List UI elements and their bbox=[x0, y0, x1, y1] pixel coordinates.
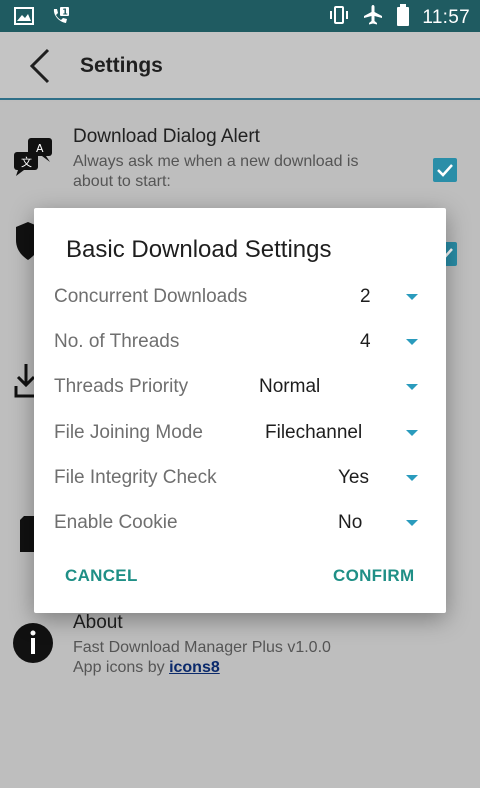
status-bar: 1 11:57 bbox=[0, 0, 480, 32]
row-label: File Integrity Check bbox=[54, 467, 217, 488]
status-right: 11:57 bbox=[328, 4, 470, 31]
row-value[interactable]: Normal bbox=[259, 376, 320, 398]
battery-icon bbox=[396, 4, 410, 31]
row-label: Enable Cookie bbox=[54, 512, 178, 533]
about-icons-credit: App icons by icons8 bbox=[73, 658, 393, 678]
row-value[interactable]: Filechannel bbox=[265, 422, 362, 444]
status-left: 1 bbox=[14, 6, 70, 31]
row-label: Threads Priority bbox=[54, 376, 189, 397]
row-concurrent-downloads[interactable]: Concurrent Downloads 2 bbox=[54, 282, 434, 312]
basic-download-settings-dialog: Basic Download Settings Concurrent Downl… bbox=[34, 208, 446, 613]
row-label: Concurrent Downloads bbox=[54, 286, 248, 307]
row-threads-priority[interactable]: Threads Priority Normal bbox=[54, 372, 434, 402]
info-icon bbox=[12, 622, 54, 669]
dialog-actions: CANCEL CONFIRM bbox=[34, 564, 446, 594]
row-enable-cookie[interactable]: Enable Cookie No bbox=[54, 508, 434, 538]
image-icon bbox=[14, 7, 34, 30]
svg-text:文: 文 bbox=[21, 155, 32, 169]
dropdown-caret-icon[interactable] bbox=[406, 339, 418, 345]
dropdown-caret-icon[interactable] bbox=[406, 475, 418, 481]
row-value[interactable]: Yes bbox=[338, 467, 369, 489]
status-time: 11:57 bbox=[422, 6, 470, 28]
setting-subtitle: Always ask me when a new download is abo… bbox=[73, 153, 359, 190]
download-dialog-alert-checkbox[interactable] bbox=[433, 158, 457, 182]
row-label: No. of Threads bbox=[54, 331, 180, 352]
chat-bubbles-icon: A文 bbox=[12, 138, 56, 183]
row-file-integrity-check[interactable]: File Integrity Check Yes bbox=[54, 463, 434, 493]
chevron-left-icon[interactable] bbox=[24, 46, 60, 86]
setting-download-dialog-alert[interactable]: A文 Download Dialog Alert Always ask me w… bbox=[0, 122, 480, 202]
airplane-icon bbox=[362, 4, 384, 31]
dialog-title: Basic Download Settings bbox=[66, 236, 332, 263]
row-value[interactable]: 2 bbox=[360, 286, 371, 308]
svg-text:1: 1 bbox=[62, 8, 68, 17]
dropdown-caret-icon[interactable] bbox=[406, 520, 418, 526]
row-threads[interactable]: No. of Threads 4 bbox=[54, 327, 434, 357]
row-file-joining-mode[interactable]: File Joining Mode Filechannel bbox=[54, 418, 434, 448]
missed-call-icon: 1 bbox=[50, 6, 70, 31]
dropdown-caret-icon[interactable] bbox=[406, 430, 418, 436]
confirm-button[interactable]: CONFIRM bbox=[333, 566, 414, 586]
setting-title: Download Dialog Alert bbox=[73, 126, 260, 147]
vibrate-icon bbox=[328, 5, 350, 30]
cancel-button[interactable]: CANCEL bbox=[65, 566, 138, 586]
icons8-link[interactable]: icons8 bbox=[169, 659, 220, 676]
app-bar: Settings bbox=[0, 32, 480, 100]
dropdown-caret-icon[interactable] bbox=[406, 384, 418, 390]
page-title: Settings bbox=[80, 54, 163, 77]
row-label: File Joining Mode bbox=[54, 422, 203, 443]
dropdown-caret-icon[interactable] bbox=[406, 294, 418, 300]
about-version: Fast Download Manager Plus v1.0.0 bbox=[73, 639, 331, 656]
row-value[interactable]: No bbox=[338, 512, 362, 534]
about-icons-prefix: App icons by bbox=[73, 659, 170, 676]
setting-about[interactable]: About Fast Download Manager Plus v1.0.0 … bbox=[0, 610, 480, 700]
row-value[interactable]: 4 bbox=[360, 331, 371, 353]
about-title: About bbox=[73, 612, 123, 633]
